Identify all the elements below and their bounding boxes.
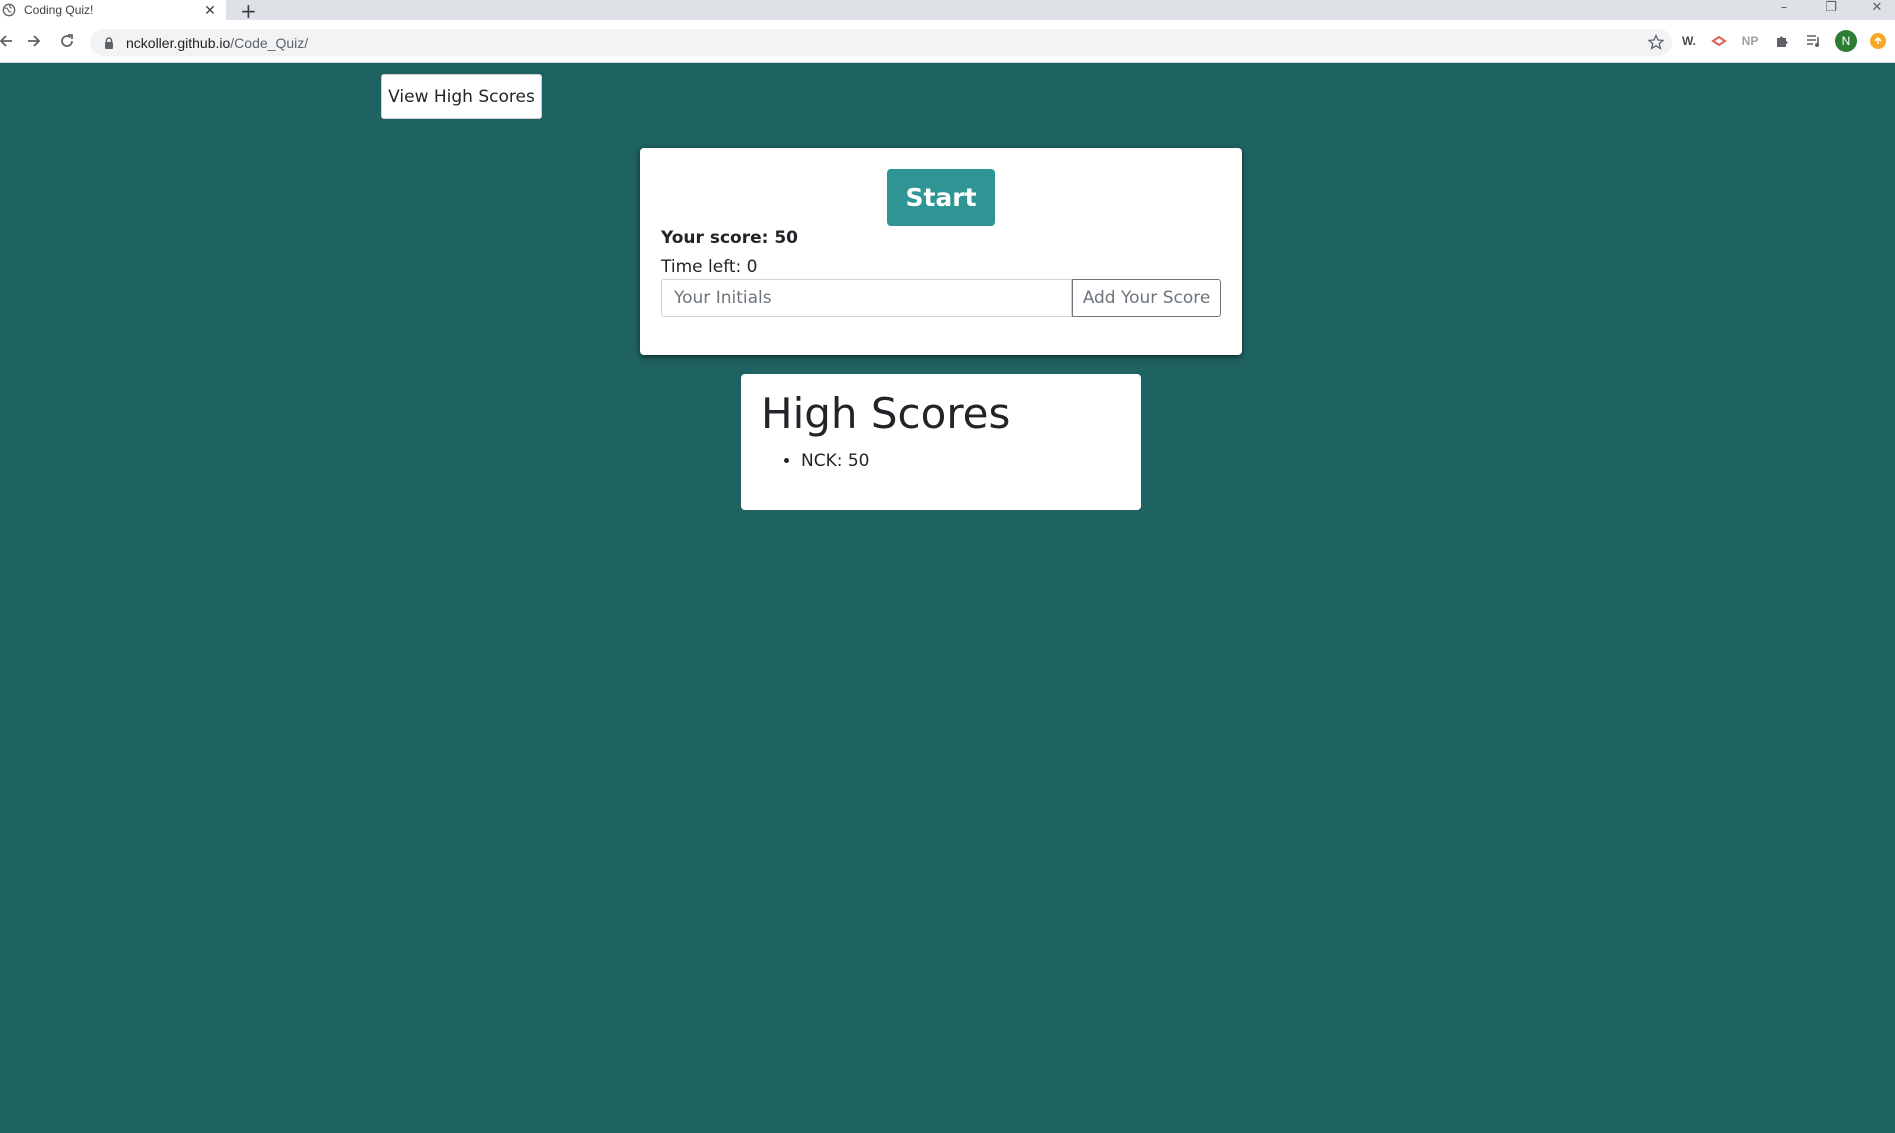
tab-close-icon[interactable]: ✕ [202,2,218,19]
np-extension-icon[interactable]: NP [1739,31,1761,51]
browser-toolbar: nckoller.github.io/Code_Quiz/ W. NP N [0,20,1895,63]
forward-icon[interactable] [22,29,46,53]
update-icon[interactable] [1870,33,1886,49]
view-high-scores-button[interactable]: View High Scores [381,74,542,119]
high-scores-title: High Scores [761,389,1011,438]
browser-tab[interactable]: Coding Quiz! ✕ [0,0,226,20]
url-path: /Code_Quiz/ [230,34,309,51]
lock-icon [105,36,113,49]
globe-icon [2,3,16,17]
url-text: nckoller.github.io/Code_Quiz/ [126,35,308,51]
high-scores-list: NCK: 50 [779,451,870,471]
tab-title: Coding Quiz! [24,3,94,17]
high-score-entry: NCK: 50 [801,451,870,471]
quiz-card: Start Your score: 50 Time left: 0 Add Yo… [640,148,1242,355]
wordtune-extension-icon[interactable]: W. [1678,31,1700,51]
back-icon[interactable] [0,29,18,53]
browser-tab-strip: Coding Quiz! ✕ + – ❐ ✕ [0,0,1895,23]
url-host: nckoller.github.io [126,34,231,51]
restore-icon[interactable]: ❐ [1816,0,1846,20]
media-control-icon[interactable] [1803,31,1825,51]
window-close-icon[interactable]: ✕ [1862,0,1892,20]
initials-input[interactable] [661,279,1072,317]
bookmark-star-icon[interactable] [1648,34,1664,50]
score-text: Your score: 50 [661,228,798,248]
high-scores-card: High Scores NCK: 50 [741,374,1141,510]
puzzle-extensions-icon[interactable] [1771,31,1793,51]
time-left-text: Time left: 0 [661,257,758,277]
reload-icon[interactable] [55,29,79,53]
cast-extension-icon[interactable] [1708,31,1730,51]
address-bar[interactable]: nckoller.github.io/Code_Quiz/ [90,29,1672,56]
start-button[interactable]: Start [887,169,995,226]
profile-avatar[interactable]: N [1835,30,1857,52]
minimize-icon[interactable]: – [1769,0,1799,20]
add-score-button[interactable]: Add Your Score [1072,279,1221,317]
